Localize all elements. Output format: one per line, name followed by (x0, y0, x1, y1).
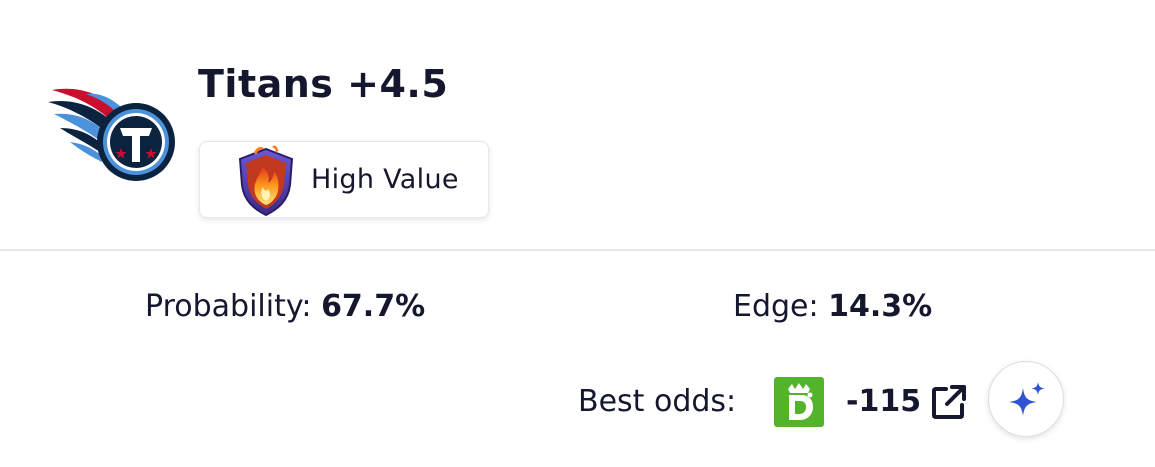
badge-label: High Value (311, 164, 459, 195)
divider (0, 249, 1155, 251)
high-value-badge: High Value (199, 141, 489, 218)
ai-insights-button[interactable] (988, 361, 1064, 437)
external-link-icon[interactable] (930, 383, 968, 421)
best-odds-value: -115 (846, 384, 922, 419)
draftkings-logo-icon (774, 377, 824, 427)
probability-label: Probability: (145, 289, 312, 324)
probability-value: 67.7% (321, 289, 426, 324)
flame-shield-icon (234, 145, 298, 217)
sparkle-icon (1009, 382, 1045, 416)
probability-stat: Probability: 67.7% (145, 289, 425, 324)
edge-label: Edge: (733, 289, 819, 324)
best-odds-row: Best odds: -115 (578, 360, 1078, 440)
edge-stat: Edge: 14.3% (733, 289, 932, 324)
bet-header: Titans +4.5 High Value (0, 0, 1155, 250)
edge-value: 14.3% (828, 289, 933, 324)
best-odds-label: Best odds: (578, 384, 737, 419)
bet-title: Titans +4.5 (198, 62, 449, 106)
titans-logo-icon (46, 84, 178, 184)
